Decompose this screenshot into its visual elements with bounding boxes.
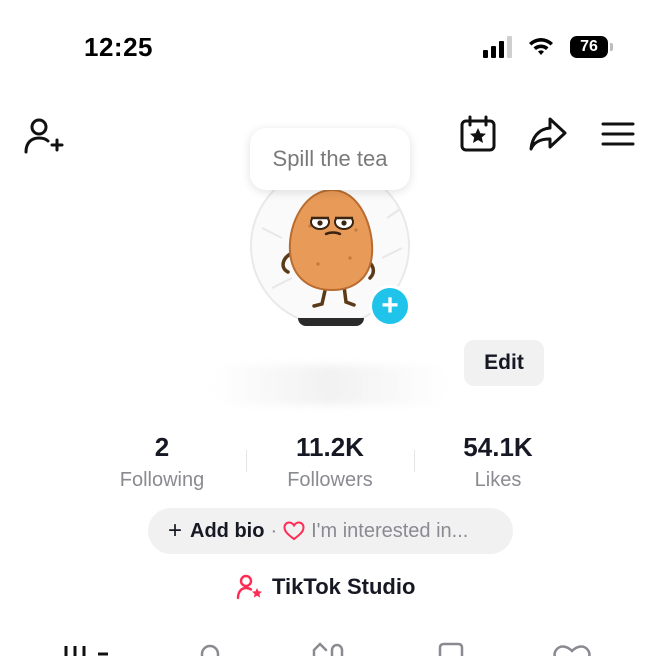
separator: · [270, 519, 278, 542]
plus-icon: + [168, 517, 183, 544]
tiktok-studio-label: TikTok Studio [272, 574, 416, 599]
stat-label: Following [119, 469, 205, 491]
tab-private[interactable] [192, 640, 228, 656]
tab-videos[interactable] [62, 640, 108, 656]
tooltip[interactable]: Spill the tea [250, 128, 410, 190]
calendar-star-icon[interactable] [458, 114, 498, 154]
plus-icon: + [381, 289, 399, 322]
stat-followers[interactable]: 11.2K Followers [246, 432, 414, 492]
tab-liked[interactable] [552, 640, 591, 656]
interests-button[interactable]: I'm interested in... [283, 520, 468, 543]
tiktok-studio-link[interactable]: TikTok Studio [236, 574, 415, 600]
stat-value: 2 [154, 432, 170, 462]
add-bio-button[interactable]: + Add bio [168, 517, 264, 545]
battery-level: 76 [580, 38, 598, 55]
status-time: 12:25 [84, 32, 153, 62]
stat-value: 54.1K [463, 432, 533, 462]
stat-following[interactable]: 2 Following [78, 432, 246, 492]
tab-reposts[interactable] [308, 640, 344, 656]
stat-label: Followers [287, 469, 373, 491]
menu-icon[interactable] [598, 114, 638, 154]
status-icons: 76 [483, 36, 613, 58]
avatar-base [298, 318, 364, 326]
repost-icon [312, 642, 344, 656]
bio-pill: + Add bio · I'm interested in... [148, 508, 513, 554]
add-avatar-button[interactable]: + [369, 285, 411, 327]
battery-icon: 76 [570, 36, 613, 58]
grid-icon [64, 646, 108, 656]
profile-tabs [0, 636, 660, 656]
blurred-username [210, 365, 450, 405]
tab-saved[interactable] [434, 640, 470, 656]
lock-icon [200, 644, 220, 656]
add-bio-label: Add bio [190, 519, 265, 542]
heart-icon [283, 521, 305, 541]
edit-profile-button[interactable]: Edit [464, 340, 544, 386]
signal-icon [483, 36, 512, 58]
person-star-icon [236, 574, 262, 600]
stat-likes[interactable]: 54.1K Likes [414, 432, 582, 492]
stat-label: Likes [474, 469, 522, 491]
interests-label: I'm interested in... [311, 519, 469, 542]
heart-outline-icon [553, 645, 591, 656]
stat-value: 11.2K [296, 432, 364, 462]
share-icon[interactable] [528, 114, 568, 154]
wifi-icon [529, 38, 553, 55]
add-friend-icon[interactable] [22, 116, 66, 156]
top-nav-actions [458, 114, 638, 154]
bookmark-icon [438, 642, 464, 656]
stats-row: 2 Following 11.2K Followers 54.1K Likes [78, 432, 582, 492]
tooltip-text: Spill the tea [272, 146, 388, 171]
